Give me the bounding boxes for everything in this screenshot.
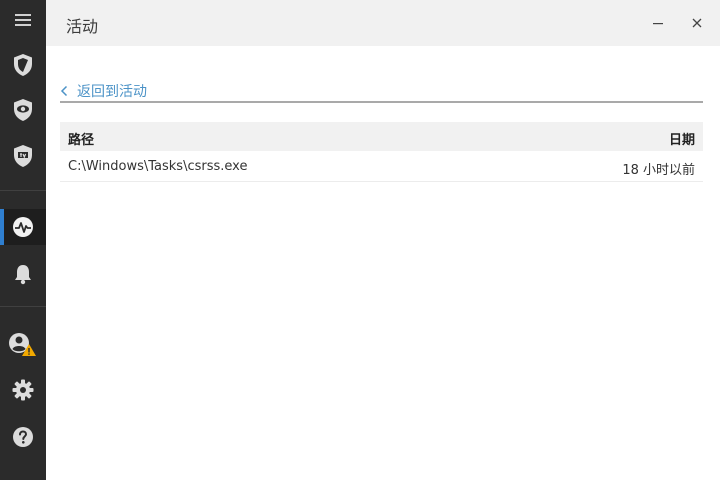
table-header: 路径 日期 — [60, 122, 703, 151]
minimize-icon — [652, 14, 664, 33]
window-title: 活动 — [66, 17, 99, 36]
gear-icon — [12, 379, 34, 401]
sidebar-item-help[interactable] — [0, 419, 46, 455]
menu-button[interactable] — [0, 2, 46, 38]
sidebar-item-settings[interactable] — [0, 372, 46, 408]
back-link-label: 返回到活动 — [77, 84, 147, 100]
sidebar — [0, 0, 46, 480]
title-bar: 活动 — [46, 0, 720, 46]
close-icon — [691, 14, 703, 33]
help-icon — [12, 426, 34, 448]
sidebar-item-notifications[interactable] — [0, 256, 46, 292]
app-window: 活动 返回到活动 路径 日期 C:\Windows\Tasks\csrss.ex… — [0, 0, 720, 480]
sidebar-item-privacy[interactable] — [0, 92, 46, 128]
sidebar-item-account[interactable] — [0, 327, 46, 363]
shield-icon — [12, 53, 34, 77]
active-indicator — [0, 209, 4, 245]
user-warning-icon — [8, 332, 38, 358]
back-link-underline — [60, 101, 703, 103]
column-header-date[interactable]: 日期 — [669, 129, 695, 148]
column-header-path[interactable]: 路径 — [68, 129, 94, 148]
activity-icon — [12, 216, 34, 238]
table-row[interactable]: C:\Windows\Tasks\csrss.exe 18 小时以前 — [60, 151, 703, 182]
sidebar-item-tv-protection[interactable] — [0, 138, 46, 174]
close-button[interactable] — [682, 8, 712, 38]
menu-icon — [15, 13, 31, 27]
bell-icon — [12, 263, 34, 285]
sidebar-divider — [0, 190, 46, 191]
chevron-left-icon — [60, 85, 68, 97]
row-path: C:\Windows\Tasks\csrss.exe — [68, 159, 248, 174]
sidebar-item-activity[interactable] — [0, 209, 46, 245]
sidebar-divider — [0, 306, 46, 307]
sidebar-item-protection[interactable] — [0, 47, 46, 83]
tv-shield-icon — [12, 144, 34, 168]
eye-shield-icon — [12, 98, 34, 122]
row-date: 18 小时以前 — [622, 163, 695, 178]
minimize-button[interactable] — [643, 8, 673, 38]
back-to-activity-link[interactable]: 返回到活动 — [60, 80, 147, 102]
